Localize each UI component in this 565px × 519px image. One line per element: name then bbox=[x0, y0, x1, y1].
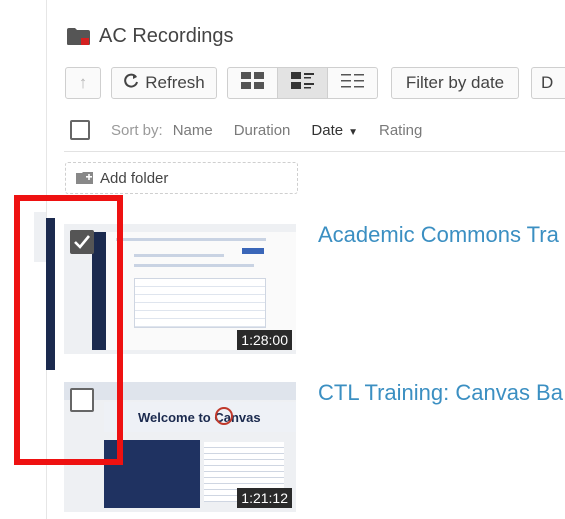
sort-by-label: Sort by: bbox=[111, 121, 163, 139]
sidebar-active-indicator bbox=[34, 212, 46, 262]
thumbnail-sidebar bbox=[92, 232, 106, 350]
detail-view-icon bbox=[290, 71, 315, 95]
truncated-toolbar-button[interactable]: D bbox=[531, 67, 565, 99]
filter-by-date-button[interactable]: Filter by date bbox=[391, 67, 519, 99]
truncated-button-label: D bbox=[541, 73, 554, 92]
video-thumbnail[interactable]: 1:28:00 bbox=[64, 224, 296, 354]
sort-name[interactable]: Name bbox=[173, 122, 213, 139]
view-thumbnails-button[interactable] bbox=[227, 67, 278, 99]
list-view-icon bbox=[340, 72, 365, 95]
add-folder-button[interactable]: Add folder bbox=[65, 162, 298, 194]
video-duration: 1:21:12 bbox=[237, 488, 292, 508]
folder-icon bbox=[66, 27, 91, 46]
view-mode-toggle bbox=[227, 67, 378, 99]
navigate-up-button[interactable]: ↑ bbox=[65, 67, 101, 99]
page-header: AC Recordings bbox=[66, 22, 234, 50]
video-row[interactable]: Welcome to Canvas 1:21:12 CTL Training: … bbox=[46, 376, 565, 519]
thumbnail-logo-icon bbox=[215, 407, 233, 425]
video-checkbox[interactable] bbox=[70, 388, 94, 412]
grid-view-icon bbox=[240, 71, 265, 95]
view-details-button[interactable] bbox=[277, 67, 328, 99]
thumbnail-line bbox=[134, 264, 254, 267]
check-icon bbox=[74, 235, 91, 249]
refresh-button[interactable]: Refresh bbox=[111, 67, 217, 99]
video-checkbox[interactable] bbox=[70, 230, 94, 254]
arrow-up-icon: ↑ bbox=[78, 73, 88, 92]
thumbnail-table bbox=[134, 278, 266, 328]
view-list-button[interactable] bbox=[327, 67, 378, 99]
video-thumbnail[interactable]: Welcome to Canvas 1:21:12 bbox=[64, 382, 296, 512]
selected-row-indicator bbox=[46, 218, 55, 370]
add-folder-icon bbox=[76, 171, 94, 185]
thumbnail-line bbox=[116, 238, 266, 241]
video-row[interactable]: 1:28:00 Academic Commons Tra bbox=[46, 218, 565, 370]
thumbnail-panel bbox=[104, 440, 200, 508]
sort-date-label: Date bbox=[311, 121, 344, 139]
thumbnail-line bbox=[134, 254, 224, 257]
sort-bar: Sort by: Name Duration Date ▼ Rating bbox=[70, 117, 443, 143]
filter-label: Filter by date bbox=[405, 73, 505, 92]
page-title: AC Recordings bbox=[99, 24, 234, 47]
refresh-icon bbox=[123, 73, 139, 94]
sort-duration[interactable]: Duration bbox=[234, 122, 291, 139]
toolbar: ↑ Refresh Filter by date D bbox=[65, 66, 565, 100]
video-title-link[interactable]: CTL Training: Canvas Ba bbox=[318, 380, 563, 406]
sort-rating[interactable]: Rating bbox=[379, 122, 422, 139]
thumbnail-browser-bar bbox=[64, 382, 296, 400]
thumbnail-heading: Welcome to Canvas bbox=[138, 410, 261, 425]
caret-down-icon: ▼ bbox=[348, 126, 358, 138]
thumbnail-button bbox=[242, 248, 264, 254]
add-folder-label: Add folder bbox=[100, 169, 169, 187]
select-all-checkbox[interactable] bbox=[70, 120, 90, 140]
video-duration: 1:28:00 bbox=[237, 330, 292, 350]
sort-divider bbox=[64, 151, 565, 152]
sort-date[interactable]: Date ▼ bbox=[311, 122, 358, 139]
video-title-link[interactable]: Academic Commons Tra bbox=[318, 222, 559, 248]
refresh-label: Refresh bbox=[145, 73, 205, 92]
